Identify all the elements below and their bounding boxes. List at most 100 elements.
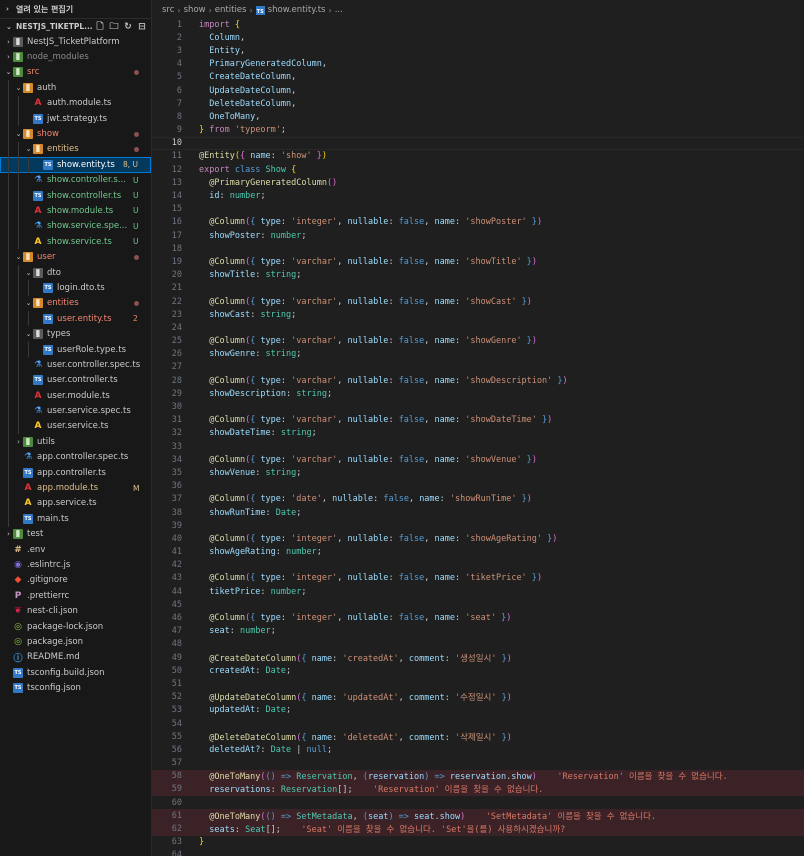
code-line[interactable]: 25 @Column({ type: 'varchar', nullable: … [152, 335, 804, 348]
tree-folder[interactable]: ⌄ ▮ src [0, 65, 151, 80]
code-line[interactable]: 19 @Column({ type: 'varchar', nullable: … [152, 255, 804, 268]
code-line[interactable]: 49 @CreateDateColumn({ name: 'createdAt'… [152, 651, 804, 664]
tree-file[interactable]: Aapp.module.ts M [0, 480, 151, 496]
code-line[interactable]: 45 [152, 598, 804, 611]
tree-folder[interactable]: ⌄ ▮ types [0, 326, 151, 342]
tree-folder[interactable]: ⌄ ▮ show [0, 126, 151, 142]
chevron-down-icon[interactable]: ⌄ [14, 84, 23, 92]
refresh-icon[interactable]: ↻ [123, 22, 133, 32]
tree-file[interactable]: TS userRole.type.ts [0, 341, 151, 358]
code-line[interactable]: 35 showVenue: string; [152, 466, 804, 479]
breadcrumb-item[interactable]: entities [215, 5, 247, 15]
code-line[interactable]: 3 Entity, [152, 44, 804, 57]
breadcrumb-item[interactable]: show [184, 5, 206, 15]
code-line[interactable]: 57 [152, 757, 804, 770]
chevron-right-icon[interactable]: › [4, 53, 13, 61]
chevron-down-icon[interactable]: ⌄ [24, 330, 33, 338]
tree-file[interactable]: Aapp.service.ts [0, 495, 151, 512]
tree-file[interactable]: TS tsconfig.json [0, 680, 151, 695]
breadcrumb-item[interactable]: ... [335, 5, 343, 15]
code-view[interactable]: 1 import {2 Column, 3 Entity, 4 PrimaryGene… [152, 18, 804, 856]
code-line[interactable]: 5 CreateDateColumn, [152, 71, 804, 84]
tree-file[interactable]: TS login.dto.ts [0, 280, 151, 296]
code-line[interactable]: 26 showGenre: string; [152, 348, 804, 361]
code-line[interactable]: 18 [152, 242, 804, 255]
chevron-down-icon[interactable]: ⌄ [14, 253, 23, 261]
code-line[interactable]: 36 [152, 480, 804, 493]
tree-folder[interactable]: ⌄ ▮ dto [0, 264, 151, 281]
tree-file[interactable]: TS app.controller.ts [0, 464, 151, 481]
code-line[interactable]: 12 export class Show { [152, 163, 804, 176]
code-line[interactable]: 11 @Entity({ name: 'show' }) [152, 150, 804, 163]
code-line[interactable]: 60 [152, 796, 804, 809]
code-line[interactable]: 58 @OneToMany(() => Reservation, (reserv… [152, 769, 804, 783]
collapse-all-icon[interactable]: ⊟ [137, 22, 147, 32]
tree-file[interactable]: ◆ .gitignore [0, 573, 151, 588]
code-line[interactable]: 23 showCast: string; [152, 308, 804, 321]
code-line[interactable]: 13 @PrimaryGeneratedColumn() [152, 176, 804, 189]
code-line[interactable]: 52 @UpdateDateColumn({ name: 'updatedAt'… [152, 691, 804, 704]
chevron-down-icon[interactable]: ⌄ [14, 130, 23, 138]
code-line[interactable]: 1 import { [152, 18, 804, 31]
tree-file[interactable]: Ashow.module.ts U [0, 203, 151, 219]
code-line[interactable]: 59 reservations: Reservation[]; 'Reserva… [152, 782, 804, 797]
code-line[interactable]: 63} [152, 836, 804, 849]
tree-file[interactable]: Aauth.module.ts [0, 95, 151, 111]
tree-file[interactable]: TS show.entity.ts 8, U [0, 157, 151, 173]
code-line[interactable]: 31 @Column({ type: 'varchar', nullable: … [152, 414, 804, 427]
tree-file[interactable]: TS user.controller.ts [0, 372, 151, 388]
code-line[interactable]: 42 [152, 559, 804, 572]
code-line[interactable]: 53 updatedAt: Date; [152, 704, 804, 717]
code-line[interactable]: 44 tiketPrice: number; [152, 585, 804, 598]
code-line[interactable]: 9} from 'typeorm'; [152, 124, 804, 137]
chevron-right-icon[interactable]: › [4, 530, 13, 538]
code-line[interactable]: 61 @OneToMany(() => SetMetadata, (seat) … [152, 809, 804, 823]
code-line[interactable]: 39 [152, 519, 804, 532]
code-line[interactable]: 17 showPoster: number; [152, 229, 804, 242]
code-line[interactable]: 48 [152, 638, 804, 651]
tree-file[interactable]: P .prettierrc [0, 588, 151, 603]
tree-folder[interactable]: ⌄ ▮ auth [0, 80, 151, 96]
tree-file[interactable]: TS show.controller.ts U [0, 187, 151, 204]
code-line[interactable]: 38 showRunTime: Date; [152, 506, 804, 519]
new-file-icon[interactable]: 🗋 [95, 22, 105, 32]
breadcrumb-item[interactable]: src [162, 5, 174, 15]
code-line[interactable]: 4 PrimaryGeneratedColumn, [152, 58, 804, 71]
code-line[interactable]: 51 [152, 677, 804, 690]
chevron-right-icon[interactable]: › [14, 438, 23, 446]
tree-file[interactable]: Auser.service.ts [0, 418, 151, 435]
code-line[interactable]: 55 @DeleteDateColumn({ name: 'deletedAt'… [152, 730, 804, 743]
tree-file[interactable]: ◎ package-lock.json [0, 619, 151, 634]
code-line[interactable]: 64 [152, 849, 804, 856]
code-line[interactable]: 8 OneToMany, [152, 110, 804, 123]
chevron-right-icon[interactable]: › [4, 38, 13, 46]
project-header[interactable]: ⌄ NESTJS_TIKETPL... 🗋 🗀 ↻ ⊟ [0, 18, 151, 34]
code-line[interactable]: 20 showTitle: string; [152, 269, 804, 282]
tree-file[interactable]: TS jwt.strategy.ts [0, 110, 151, 127]
code-line[interactable]: 54 [152, 717, 804, 730]
tree-folder[interactable]: ⌄ ▮ entities [0, 141, 151, 158]
code-line[interactable]: 30 [152, 400, 804, 413]
code-line[interactable]: 33 [152, 440, 804, 453]
chevron-down-icon[interactable]: ⌄ [4, 68, 13, 76]
tree-folder[interactable]: › ▮ test [0, 527, 151, 542]
tree-file[interactable]: Auser.module.ts [0, 387, 151, 404]
code-line[interactable]: 27 [152, 361, 804, 374]
tree-file[interactable]: ◉ .eslintrc.js [0, 557, 151, 572]
code-line[interactable]: 62 seats: Seat[]; 'Seat' 이름을 찾을 수 없습니다. … [152, 822, 804, 836]
code-line[interactable]: 14 id: number; [152, 189, 804, 202]
tree-folder[interactable]: ⌄ ▮ user [0, 249, 151, 265]
code-line[interactable]: 40 @Column({ type: 'integer', nullable: … [152, 532, 804, 545]
chevron-down-icon[interactable]: ⌄ [24, 145, 33, 153]
new-folder-icon[interactable]: 🗀 [109, 22, 119, 32]
code-line[interactable]: 41 showAgeRating: number; [152, 546, 804, 559]
code-line[interactable]: 56 deletedAt?: Date | null; [152, 743, 804, 756]
code-line[interactable]: 16 @Column({ type: 'integer', nullable: … [152, 216, 804, 229]
code-line[interactable]: 47 seat: number; [152, 625, 804, 638]
code-line[interactable]: 43 @Column({ type: 'integer', nullable: … [152, 572, 804, 585]
code-line[interactable]: 6 UpdateDateColumn, [152, 84, 804, 97]
code-line[interactable]: 10 [152, 136, 804, 150]
code-line[interactable]: 50 createdAt: Date; [152, 664, 804, 677]
chevron-down-icon[interactable]: ⌄ [24, 269, 33, 277]
tree-file[interactable]: Ashow.service.ts U [0, 234, 151, 250]
